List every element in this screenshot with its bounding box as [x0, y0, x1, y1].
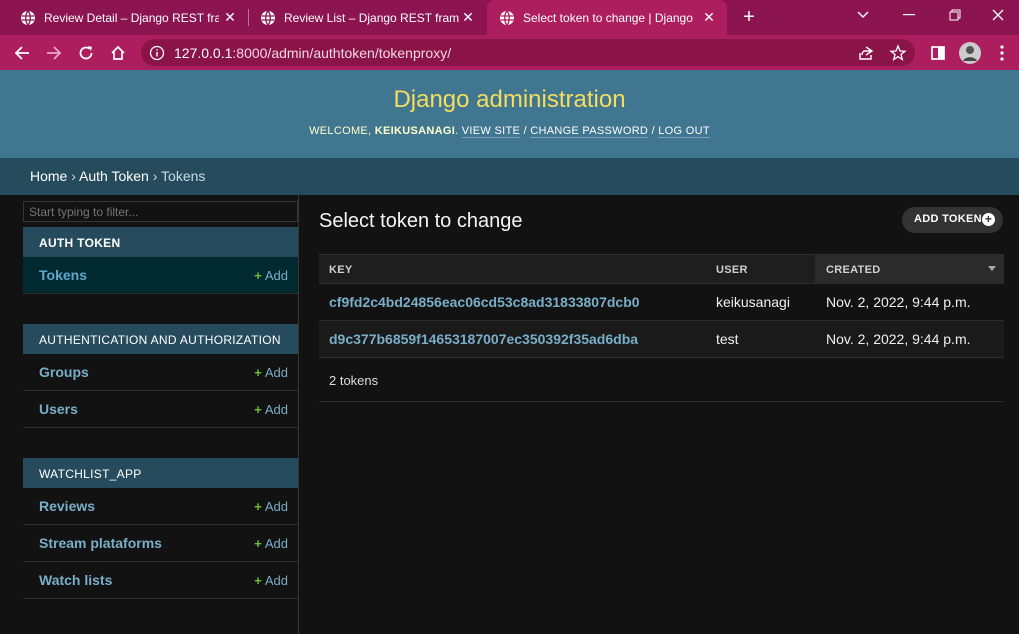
sidebar-item-stream-plataforms[interactable]: Stream plataforms + Add [23, 525, 298, 562]
add-token-button[interactable]: ADD TOKEN + [902, 207, 1003, 233]
plus-icon: + [254, 268, 262, 283]
forward-icon[interactable] [42, 41, 66, 65]
breadcrumb: Home › Auth Token › Tokens [0, 158, 1019, 195]
result-count: 2 tokens [319, 366, 1004, 402]
add-link[interactable]: + Add [254, 268, 288, 283]
bookmark-star-icon[interactable] [889, 44, 907, 62]
globe-icon [499, 10, 515, 26]
module-auth-token: AUTH TOKEN Tokens + Add [23, 227, 298, 294]
avatar[interactable] [958, 41, 982, 65]
token-created: Nov. 2, 2022, 9:44 p.m. [826, 331, 971, 347]
module-caption[interactable]: AUTHENTICATION AND AUTHORIZATION [23, 324, 298, 354]
plus-icon: + [254, 499, 262, 514]
model-link[interactable]: Groups [39, 364, 89, 380]
token-key-link[interactable]: d9c377b6859f14653187007ec350392f35ad6dba [329, 331, 638, 347]
side-panel-icon[interactable] [926, 41, 950, 65]
model-link[interactable]: Tokens [39, 267, 87, 283]
view-site-link[interactable]: VIEW SITE [461, 125, 521, 138]
sidebar-item-reviews[interactable]: Reviews + Add [23, 488, 298, 525]
username: KEIKUSANAGI [374, 125, 456, 137]
sidebar-item-watch-lists[interactable]: Watch lists + Add [23, 562, 298, 599]
model-link[interactable]: Watch lists [39, 572, 112, 588]
browser-tab-bar: Review Detail – Django REST fram ✕ Revie… [0, 0, 1019, 35]
sidebar-item-groups[interactable]: Groups + Add [23, 354, 298, 391]
menu-kebab-icon[interactable] [990, 41, 1014, 65]
breadcrumb-app[interactable]: Auth Token [79, 168, 149, 184]
close-icon[interactable]: ✕ [460, 9, 476, 26]
url-text: 127.0.0.1:8000/admin/authtoken/tokenprox… [174, 45, 452, 61]
token-key-link[interactable]: cf9fd2c4bd24856eac06cd53c8ad31833807dcb0 [329, 294, 640, 310]
token-user: keikusanagi [716, 294, 790, 310]
add-link[interactable]: + Add [254, 573, 288, 588]
browser-toolbar: 127.0.0.1:8000/admin/authtoken/tokenprox… [0, 35, 1019, 70]
plus-icon: + [254, 365, 262, 380]
table-row: d9c377b6859f14653187007ec350392f35ad6dba… [319, 321, 1004, 358]
back-icon[interactable] [10, 41, 34, 65]
add-link[interactable]: + Add [254, 365, 288, 380]
model-link[interactable]: Users [39, 401, 78, 417]
site-info-icon[interactable] [149, 45, 165, 61]
module-auth: AUTHENTICATION AND AUTHORIZATION Groups … [23, 324, 298, 428]
sort-descending-icon[interactable] [988, 266, 996, 271]
breadcrumb-home[interactable]: Home [30, 168, 67, 184]
nav-sidebar: AUTH TOKEN Tokens +Add AUTHENTICATION AN… [0, 195, 299, 634]
column-header-user[interactable]: USER [716, 264, 748, 276]
token-user: test [716, 331, 739, 347]
minimize-icon[interactable] [886, 0, 932, 30]
module-watchlist-app: WATCHLIST_APP Reviews + Add Stream plataf… [23, 458, 298, 599]
new-tab-icon[interactable]: + [738, 6, 760, 28]
plus-circle-icon: + [982, 213, 995, 226]
window-close-icon[interactable] [976, 0, 1019, 30]
tab-title: Review Detail – Django REST fram [44, 10, 219, 25]
nav-filter-input[interactable] [23, 201, 298, 222]
restore-icon[interactable] [932, 0, 978, 30]
site-header: Django administration WELCOME, KEIKUSANA… [0, 70, 1019, 158]
reload-icon[interactable] [74, 41, 98, 65]
browser-tab-active[interactable]: Select token to change | Django ✕ [487, 0, 727, 35]
sidebar-item-users[interactable]: Users + Add [23, 391, 298, 428]
welcome-text: WELCOME, [309, 125, 372, 137]
add-link[interactable]: + Add [254, 499, 288, 514]
breadcrumb-current: Tokens [161, 168, 206, 184]
sidebar-item-tokens[interactable]: Tokens + Add [23, 257, 298, 294]
add-link[interactable]: + Add [254, 402, 288, 417]
plus-icon: + [254, 402, 262, 417]
table-row: cf9fd2c4bd24856eac06cd53c8ad31833807dcb0… [319, 284, 1004, 321]
page-title: Select token to change [319, 210, 523, 232]
model-link[interactable]: Stream plataforms [39, 535, 162, 551]
table-header: KEY USER CREATED [319, 254, 1004, 284]
user-tools: WELCOME, KEIKUSANAGI. VIEW SITE / CHANGE… [309, 125, 710, 138]
share-icon[interactable] [857, 44, 875, 62]
plus-icon: + [254, 536, 262, 551]
site-branding[interactable]: Django administration [0, 86, 1019, 114]
add-link[interactable]: + Add [254, 536, 288, 551]
tab-title: Review List – Django REST framew [284, 10, 459, 25]
column-header-key[interactable]: KEY [329, 264, 353, 276]
close-icon[interactable]: ✕ [701, 9, 717, 26]
log-out-link[interactable]: LOG OUT [658, 125, 710, 138]
tab-title: Select token to change | Django [523, 10, 693, 25]
plus-icon: + [254, 573, 262, 588]
model-link[interactable]: Reviews [39, 498, 95, 514]
browser-tab[interactable]: Review List – Django REST framew ✕ [248, 0, 486, 35]
address-bar[interactable]: 127.0.0.1:8000/admin/authtoken/tokenprox… [141, 39, 915, 66]
globe-icon [20, 10, 36, 26]
column-header-created[interactable]: CREATED [826, 264, 880, 276]
close-icon[interactable]: ✕ [222, 9, 238, 26]
change-password-link[interactable]: CHANGE PASSWORD [530, 125, 649, 138]
browser-tab[interactable]: Review Detail – Django REST fram ✕ [8, 0, 248, 35]
module-caption[interactable]: AUTH TOKEN [23, 227, 298, 257]
module-caption[interactable]: WATCHLIST_APP [23, 458, 298, 488]
results-table: KEY USER CREATED cf9fd2c4bd24856eac06cd5… [319, 254, 1004, 358]
tab-search-icon[interactable] [840, 0, 886, 30]
home-icon[interactable] [106, 41, 130, 65]
globe-icon [260, 10, 276, 26]
token-created: Nov. 2, 2022, 9:44 p.m. [826, 294, 971, 310]
